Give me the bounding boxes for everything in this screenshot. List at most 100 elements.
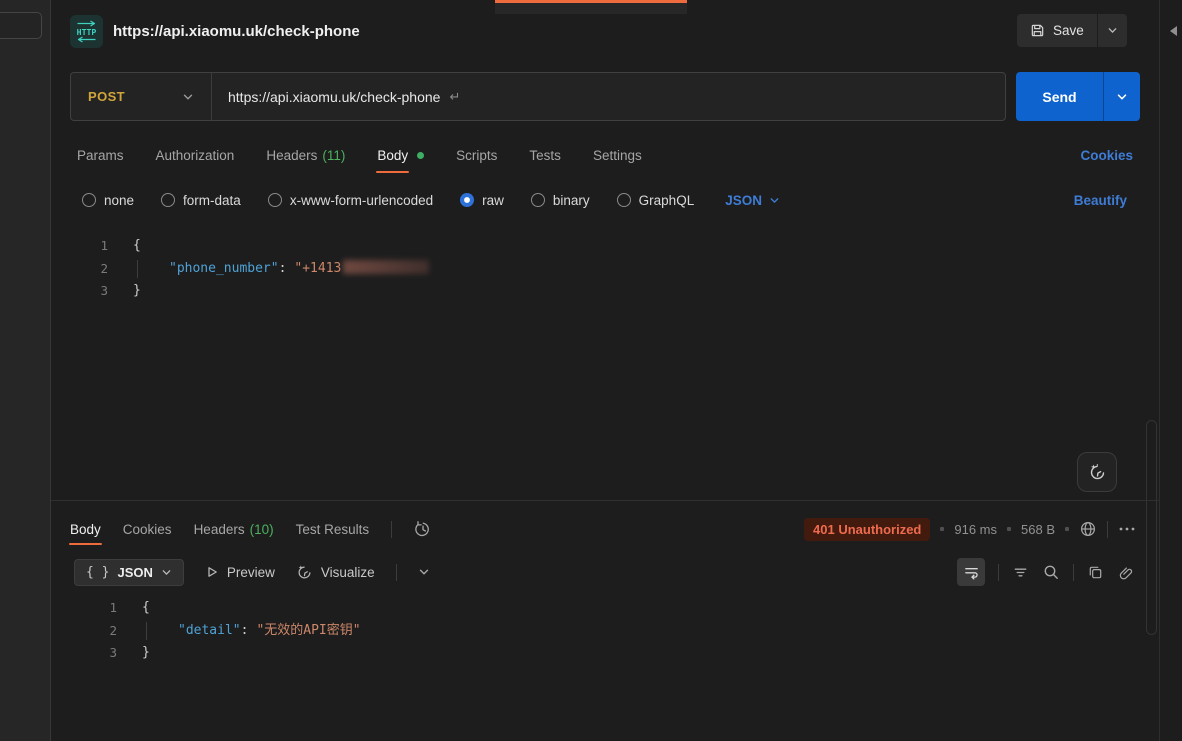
search-icon[interactable]: [1042, 563, 1060, 581]
separator: [1073, 564, 1074, 581]
radio-circle: [617, 193, 631, 207]
radio-circle: [161, 193, 175, 207]
history-icon[interactable]: [414, 520, 432, 538]
tab-body[interactable]: Body: [377, 148, 424, 163]
radio-graphql[interactable]: GraphQL: [617, 193, 695, 208]
radio-circle: [268, 193, 282, 207]
radio-circle: [82, 193, 96, 207]
save-icon: [1030, 23, 1045, 38]
wrap-text-icon: [963, 564, 980, 581]
separator: [396, 564, 397, 581]
meta-separator: [1007, 527, 1011, 531]
code-line: 2 "detail":"无效的API密钥": [51, 620, 1160, 643]
request-url-bar: POST https://api.xiaomu.uk/check-phone ↵: [70, 72, 1006, 121]
radio-circle-selected: [460, 193, 474, 207]
filter-icon[interactable]: [1012, 564, 1029, 581]
copy-icon[interactable]: [1087, 564, 1104, 581]
code-line: 2 "phone_number":"+1413: [51, 258, 1160, 281]
tab-authorization[interactable]: Authorization: [156, 148, 235, 163]
radio-form-data[interactable]: form-data: [161, 193, 241, 208]
method-label: POST: [88, 89, 125, 104]
active-window-tab[interactable]: [495, 3, 687, 14]
separator: [1107, 521, 1108, 538]
body-modified-dot: [417, 152, 424, 159]
request-body-editor[interactable]: 1 { 2 "phone_number":"+1413 3 }: [51, 235, 1160, 500]
tab-scripts[interactable]: Scripts: [456, 148, 497, 163]
tab-settings[interactable]: Settings: [593, 148, 642, 163]
separator: [998, 564, 999, 581]
enter-hint: ↵: [449, 89, 460, 105]
radio-none[interactable]: none: [82, 193, 134, 208]
active-window-tab-indicator: [495, 0, 687, 3]
sparkle-visualize-icon: [296, 564, 313, 581]
braces-icon: { }: [86, 565, 109, 580]
body-mode-row: none form-data x-www-form-urlencoded raw…: [82, 184, 780, 216]
cookies-link[interactable]: Cookies: [1080, 136, 1133, 174]
language-selector[interactable]: JSON: [725, 193, 780, 208]
radio-circle: [531, 193, 545, 207]
response-toolbar-icons: [957, 556, 1134, 588]
link-icon[interactable]: [1117, 564, 1134, 581]
send-button[interactable]: Send: [1016, 72, 1103, 121]
save-button[interactable]: Save: [1017, 14, 1097, 47]
radio-binary[interactable]: binary: [531, 193, 590, 208]
chevron-down-icon: [769, 195, 780, 206]
save-options-chevron[interactable]: [1097, 14, 1127, 47]
preview-button[interactable]: Preview: [205, 565, 275, 580]
more-actions-icon[interactable]: [1118, 526, 1136, 532]
left-sidebar: [0, 0, 51, 741]
headers-count: (11): [322, 148, 345, 163]
response-toolbar: { } JSON Preview Visualize: [74, 556, 430, 588]
radio-x-www-form-urlencoded[interactable]: x-www-form-urlencoded: [268, 193, 433, 208]
code-line: 3 }: [51, 280, 1160, 303]
response-headers-count: (10): [250, 522, 274, 537]
wrap-text-button[interactable]: [957, 558, 985, 586]
response-format-selector[interactable]: { } JSON: [74, 559, 184, 586]
visualize-button[interactable]: Visualize: [296, 564, 375, 581]
send-options-chevron[interactable]: [1103, 72, 1140, 121]
url-input[interactable]: https://api.xiaomu.uk/check-phone: [212, 89, 440, 105]
status-badge: 401 Unauthorized: [804, 518, 930, 541]
radio-raw[interactable]: raw: [460, 193, 504, 208]
postbot-icon: [1088, 463, 1107, 482]
http-method-icon: HTTP: [70, 15, 103, 48]
meta-separator: [940, 527, 944, 531]
code-line: 1 {: [51, 597, 1160, 620]
meta-separator: [1065, 527, 1069, 531]
separator: [391, 521, 392, 538]
chevron-down-icon: [161, 567, 172, 578]
response-tab-test-results[interactable]: Test Results: [296, 522, 370, 537]
request-response-divider[interactable]: [51, 500, 1160, 501]
code-line: 3 }: [51, 642, 1160, 665]
code-line: 1 {: [51, 235, 1160, 258]
response-time: 916 ms: [954, 522, 997, 537]
response-tab-cookies[interactable]: Cookies: [123, 522, 172, 537]
sidebar-collapsed-stub: [0, 12, 42, 39]
send-split-button: Send: [1016, 72, 1140, 121]
postbot-button[interactable]: [1077, 452, 1117, 492]
method-selector[interactable]: POST: [71, 89, 211, 104]
response-tab-body[interactable]: Body: [70, 522, 101, 537]
beautify-link[interactable]: Beautify: [1074, 184, 1127, 216]
response-size: 568 B: [1021, 522, 1055, 537]
chevron-down-icon: [182, 91, 194, 103]
response-body-editor[interactable]: 1 { 2 "detail":"无效的API密钥" 3 }: [51, 597, 1160, 741]
globe-icon[interactable]: [1079, 520, 1097, 538]
indent-guide: [146, 622, 147, 641]
response-meta: 401 Unauthorized 916 ms 568 B: [804, 511, 1136, 547]
response-tab-headers[interactable]: Headers(10): [194, 522, 274, 537]
collapse-caret-icon[interactable]: [1170, 26, 1177, 36]
request-tab-bar: Params Authorization Headers(11) Body Sc…: [77, 136, 642, 174]
response-view-more-chevron[interactable]: [418, 566, 430, 578]
svg-text:HTTP: HTTP: [77, 27, 97, 37]
save-split-button: Save: [1017, 14, 1127, 47]
request-title: https://api.xiaomu.uk/check-phone: [113, 23, 360, 40]
tab-params[interactable]: Params: [77, 148, 124, 163]
save-button-label: Save: [1053, 23, 1084, 38]
redacted-phone-digits: [343, 260, 429, 274]
indent-guide: [137, 260, 138, 279]
response-tab-bar: Body Cookies Headers(10) Test Results: [70, 511, 432, 547]
tab-tests[interactable]: Tests: [529, 148, 561, 163]
tab-headers[interactable]: Headers(11): [266, 148, 345, 163]
play-icon: [205, 565, 219, 579]
